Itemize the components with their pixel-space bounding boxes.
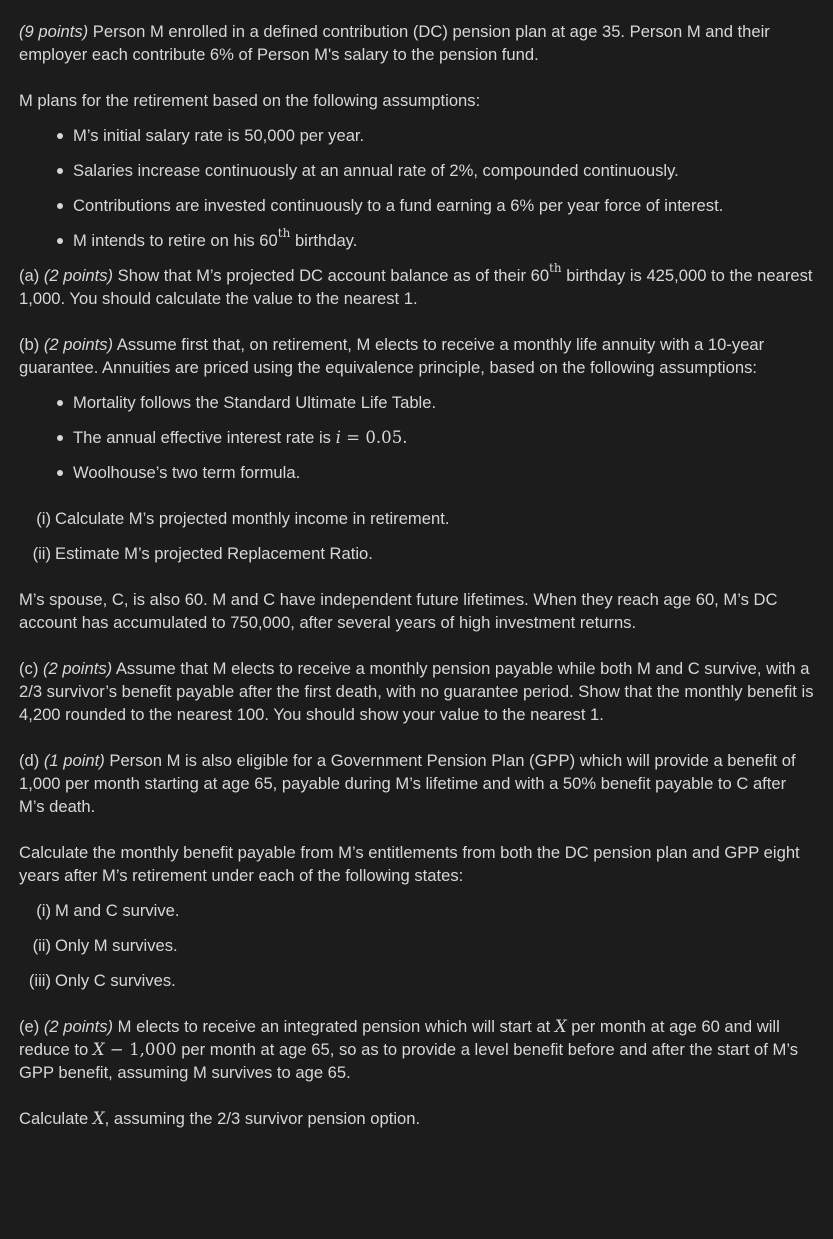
subpart-item: (iii) Only C survives.	[28, 971, 176, 990]
assumption-item: M’s initial salary rate is 50,000 per ye…	[19, 124, 814, 159]
part-a: (a) (2 points) Show that M’s projected D…	[19, 261, 813, 308]
plans-lead: M plans for the retirement based on the …	[19, 91, 481, 110]
part-a-points: (2 points)	[43, 266, 114, 285]
part-d: (d) (1 point) Person M is also eligible …	[19, 751, 796, 816]
assumption-item: Mortality follows the Standard Ultimate …	[19, 391, 814, 426]
assumption-item: Salaries increase continuously at an ann…	[19, 159, 814, 194]
part-e: (e) (2 points) M elects to receive an in…	[19, 1017, 799, 1082]
subpart-item: (ii) Estimate M’s projected Replacement R…	[32, 544, 373, 563]
subpart-item: (i) Calculate M’s projected monthly incom…	[36, 509, 450, 528]
part-d-calc: Calculate the monthly benefit payable fr…	[19, 843, 800, 885]
intro-text: Person M enrolled in a defined contribut…	[19, 22, 770, 64]
part-c-points: (2 points)	[42, 659, 113, 678]
assumption-item: The annual effective interest rate is i …	[19, 426, 814, 461]
bullet-icon	[57, 133, 63, 139]
part-d-subparts: (i) M and C survive. (ii) Only M survives.…	[19, 899, 814, 1004]
assumption-item: Contributions are invested continuously …	[19, 194, 814, 229]
bullet-icon	[57, 168, 63, 174]
question-document: (9 points) Person M enrolled in a define…	[19, 20, 814, 1130]
bullet-icon	[57, 400, 63, 406]
subpart-item: (i) M and C survive.	[36, 901, 180, 920]
part-b-points: (2 points)	[43, 335, 114, 354]
bullet-icon	[57, 203, 63, 209]
part-b-subparts: (i) Calculate M’s projected monthly incom…	[19, 507, 814, 577]
part-e-points: (2 points)	[43, 1017, 114, 1036]
assumption-item: M intends to retire on his 60th birthday…	[19, 227, 814, 264]
spouse-paragraph: M’s spouse, C, is also 60. M and C have …	[19, 590, 778, 632]
intro-paragraph: (9 points) Person M enrolled in a define…	[19, 20, 814, 66]
part-d-points: (1 point)	[43, 751, 105, 770]
part-c: (c) (2 points) Assume that M elects to r…	[19, 659, 814, 724]
bullet-icon	[57, 435, 63, 441]
subpart-item: (ii) Only M survives.	[32, 936, 178, 955]
assumptions-list: M’s initial salary rate is 50,000 per ye…	[19, 124, 814, 264]
part-e-calc: Calculate X, assuming the 2/3 survivor p…	[19, 1109, 421, 1128]
part-b: (b) (2 points) Assume first that, on ret…	[19, 335, 765, 377]
bullet-icon	[57, 238, 63, 244]
part-b-assumptions: Mortality follows the Standard Ultimate …	[19, 391, 814, 496]
intro-points: (9 points)	[19, 22, 89, 41]
bullet-icon	[57, 470, 63, 476]
assumption-item: Woolhouse’s two term formula.	[19, 461, 814, 496]
